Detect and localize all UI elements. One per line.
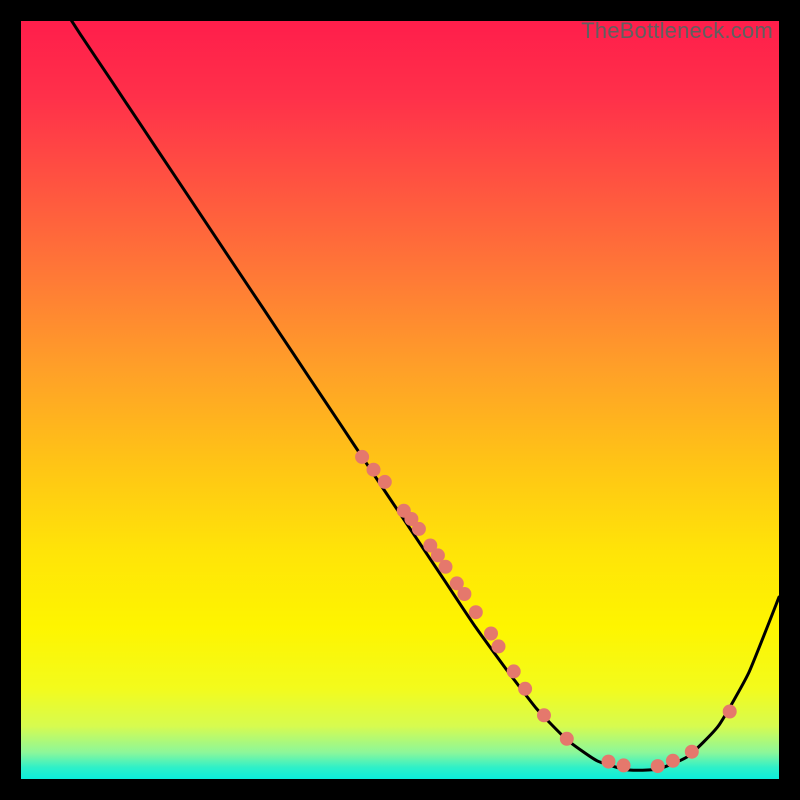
- data-point: [723, 705, 737, 719]
- chart-frame: TheBottleneck.com: [16, 16, 784, 784]
- data-point: [560, 732, 574, 746]
- data-point: [457, 587, 471, 601]
- data-point: [666, 754, 680, 768]
- data-point: [355, 450, 369, 464]
- data-point: [518, 682, 532, 696]
- watermark-text: TheBottleneck.com: [581, 21, 773, 44]
- data-point: [685, 745, 699, 759]
- data-point: [492, 639, 506, 653]
- chart-svg: [21, 21, 779, 779]
- data-point: [484, 627, 498, 641]
- data-point: [378, 475, 392, 489]
- highlighted-points: [355, 450, 737, 773]
- plot-area: TheBottleneck.com: [21, 21, 779, 779]
- data-point: [507, 664, 521, 678]
- data-point: [412, 522, 426, 536]
- data-point: [602, 755, 616, 769]
- data-point: [469, 605, 483, 619]
- data-point: [431, 548, 445, 562]
- data-point: [537, 708, 551, 722]
- data-point: [617, 758, 631, 772]
- data-point: [367, 463, 381, 477]
- data-point: [439, 560, 453, 574]
- bottleneck-curve: [21, 21, 779, 770]
- data-point: [651, 759, 665, 773]
